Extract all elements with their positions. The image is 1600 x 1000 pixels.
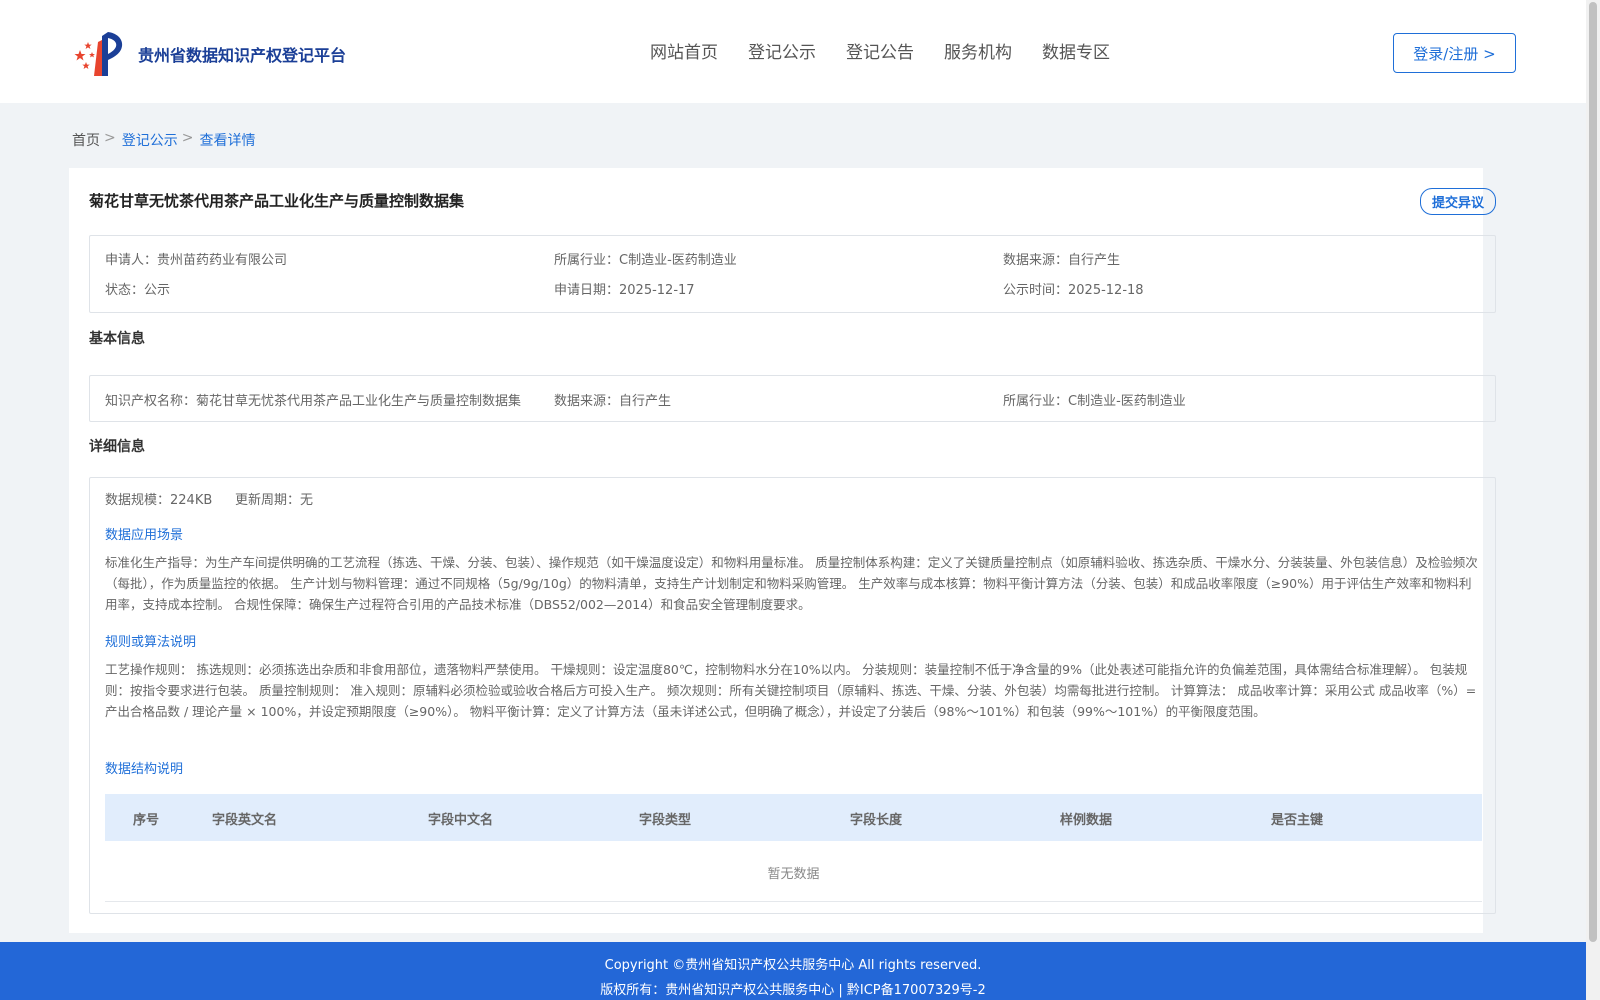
page-scrollbar[interactable] bbox=[1586, 0, 1600, 1000]
industry-value: C制造业-医药制造业 bbox=[619, 253, 737, 268]
column-header-en-name: 字段英文名 bbox=[212, 813, 278, 828]
meta-info-box: 申请人：贵州苗药药业有限公司 所属行业：C制造业-医药制造业 数据来源：自行产生… bbox=[89, 235, 1496, 313]
nav-item-service-agency[interactable]: 服务机构 bbox=[944, 38, 1012, 63]
applicant-label: 申请人： bbox=[105, 253, 158, 268]
nav-item-data-zone[interactable]: 数据专区 bbox=[1042, 38, 1110, 63]
status-value: 公示 bbox=[144, 283, 171, 298]
scrollbar-thumb[interactable] bbox=[1589, 2, 1597, 942]
nav-item-home[interactable]: 网站首页 bbox=[650, 38, 718, 63]
site-brand[interactable]: 贵州省数据知识产权登记平台 bbox=[138, 42, 346, 66]
scenario-subtitle: 数据应用场景 bbox=[105, 528, 184, 543]
submit-objection-button[interactable]: 提交异议 bbox=[1420, 188, 1496, 215]
breadcrumb-view-detail[interactable]: 查看详情 bbox=[199, 130, 255, 150]
column-header-cn-name: 字段中文名 bbox=[428, 813, 494, 828]
column-header-type: 字段类型 bbox=[639, 813, 692, 828]
industry-field: 所属行业：C制造业-医药制造业 bbox=[554, 249, 737, 268]
publish-date-value: 2025-12-18 bbox=[1068, 283, 1144, 298]
applicant-value: 贵州苗药药业有限公司 bbox=[157, 253, 288, 268]
table-divider bbox=[105, 901, 1482, 902]
basic-info-heading: 基本信息 bbox=[89, 331, 145, 347]
column-header-length: 字段长度 bbox=[850, 813, 903, 828]
logo-icon[interactable] bbox=[72, 28, 130, 78]
publish-date-label: 公示时间： bbox=[1003, 283, 1069, 298]
scale-field: 数据规模：224KB bbox=[105, 489, 212, 508]
publish-date-field: 公示时间：2025-12-18 bbox=[1003, 279, 1144, 298]
status-field: 状态：公示 bbox=[105, 279, 170, 298]
column-header-index: 序号 bbox=[133, 813, 160, 828]
basic-source-field: 数据来源：自行产生 bbox=[554, 390, 671, 409]
breadcrumb-home[interactable]: 首页 bbox=[72, 130, 100, 150]
detail-info-box: 数据规模：224KB 更新周期：无 数据应用场景 标准化生产指导：为生产车间提供… bbox=[89, 477, 1496, 914]
breadcrumb-separator: > bbox=[104, 130, 116, 146]
table-empty-text: 暂无数据 bbox=[767, 867, 820, 882]
industry-label: 所属行业： bbox=[554, 253, 620, 268]
nav-item-announcement[interactable]: 登记公告 bbox=[846, 38, 914, 63]
basic-source-value: 自行产生 bbox=[619, 394, 672, 409]
column-header-sample: 样例数据 bbox=[1060, 813, 1113, 828]
rules-subtitle: 规则或算法说明 bbox=[105, 635, 197, 650]
basic-industry-value: C制造业-医药制造业 bbox=[1068, 394, 1186, 409]
ip-name-label: 知识产权名称： bbox=[105, 394, 197, 409]
ip-name-field: 知识产权名称：菊花甘草无忧茶代用茶产品工业化生产与质量控制数据集 bbox=[105, 390, 521, 409]
apply-date-field: 申请日期：2025-12-17 bbox=[554, 279, 695, 298]
source-label: 数据来源： bbox=[1003, 253, 1069, 268]
scenario-text: 标准化生产指导：为生产车间提供明确的工艺流程（拣选、干燥、分装、包装）、操作规范… bbox=[105, 555, 1478, 612]
footer-owner: 版权所有：贵州省知识产权公共服务中心 | 黔ICP备17007329号-2 bbox=[600, 983, 986, 998]
detail-card: 菊花甘草无忧茶代用茶产品工业化生产与质量控制数据集 提交异议 申请人：贵州苗药药… bbox=[69, 168, 1496, 933]
page-title: 菊花甘草无忧茶代用茶产品工业化生产与质量控制数据集 bbox=[89, 192, 465, 210]
ip-name-value: 菊花甘草无忧茶代用茶产品工业化生产与质量控制数据集 bbox=[196, 394, 522, 409]
breadcrumb-publicity[interactable]: 登记公示 bbox=[122, 130, 178, 150]
column-header-primary-key: 是否主键 bbox=[1271, 813, 1324, 828]
scale-label: 数据规模： bbox=[105, 493, 171, 508]
apply-date-label: 申请日期： bbox=[554, 283, 620, 298]
main-nav: 网站首页 登记公示 登记公告 服务机构 数据专区 bbox=[650, 38, 1140, 63]
nav-item-publicity[interactable]: 登记公示 bbox=[748, 38, 816, 63]
site-footer: Copyright ©贵州省知识产权公共服务中心 All rights rese… bbox=[0, 942, 1586, 1000]
detail-info-heading: 详细信息 bbox=[89, 439, 145, 455]
breadcrumb: 首页 > 登记公示 > 查看详情 bbox=[72, 130, 255, 150]
basic-industry-field: 所属行业：C制造业-医药制造业 bbox=[1003, 390, 1186, 409]
basic-source-label: 数据来源： bbox=[554, 394, 620, 409]
basic-info-box: 知识产权名称：菊花甘草无忧茶代用茶产品工业化生产与质量控制数据集 数据来源：自行… bbox=[89, 375, 1496, 422]
update-cycle-label: 更新周期： bbox=[235, 493, 301, 508]
site-header: 贵州省数据知识产权登记平台 网站首页 登记公示 登记公告 服务机构 数据专区 登… bbox=[0, 0, 1586, 103]
applicant-field: 申请人：贵州苗药药业有限公司 bbox=[105, 249, 287, 268]
scale-value: 224KB bbox=[170, 493, 213, 508]
footer-copyright: Copyright ©贵州省知识产权公共服务中心 All rights rese… bbox=[604, 958, 982, 973]
rules-text: 工艺操作规则： 拣选规则：必须拣选出杂质和非食用部位，遗落物料严禁使用。 干燥规… bbox=[105, 662, 1477, 719]
update-cycle-value: 无 bbox=[300, 493, 314, 508]
apply-date-value: 2025-12-17 bbox=[619, 283, 695, 298]
table-header: 序号 字段英文名 字段中文名 字段类型 字段长度 样例数据 是否主键 bbox=[105, 794, 1482, 841]
source-value: 自行产生 bbox=[1068, 253, 1121, 268]
breadcrumb-separator: > bbox=[181, 130, 194, 146]
source-field: 数据来源：自行产生 bbox=[1003, 249, 1120, 268]
structure-subtitle: 数据结构说明 bbox=[105, 762, 184, 777]
update-cycle-field: 更新周期：无 bbox=[235, 489, 313, 508]
login-register-button[interactable]: 登录/注册 > bbox=[1393, 33, 1516, 73]
basic-industry-label: 所属行业： bbox=[1003, 394, 1069, 409]
status-label: 状态： bbox=[105, 283, 145, 298]
